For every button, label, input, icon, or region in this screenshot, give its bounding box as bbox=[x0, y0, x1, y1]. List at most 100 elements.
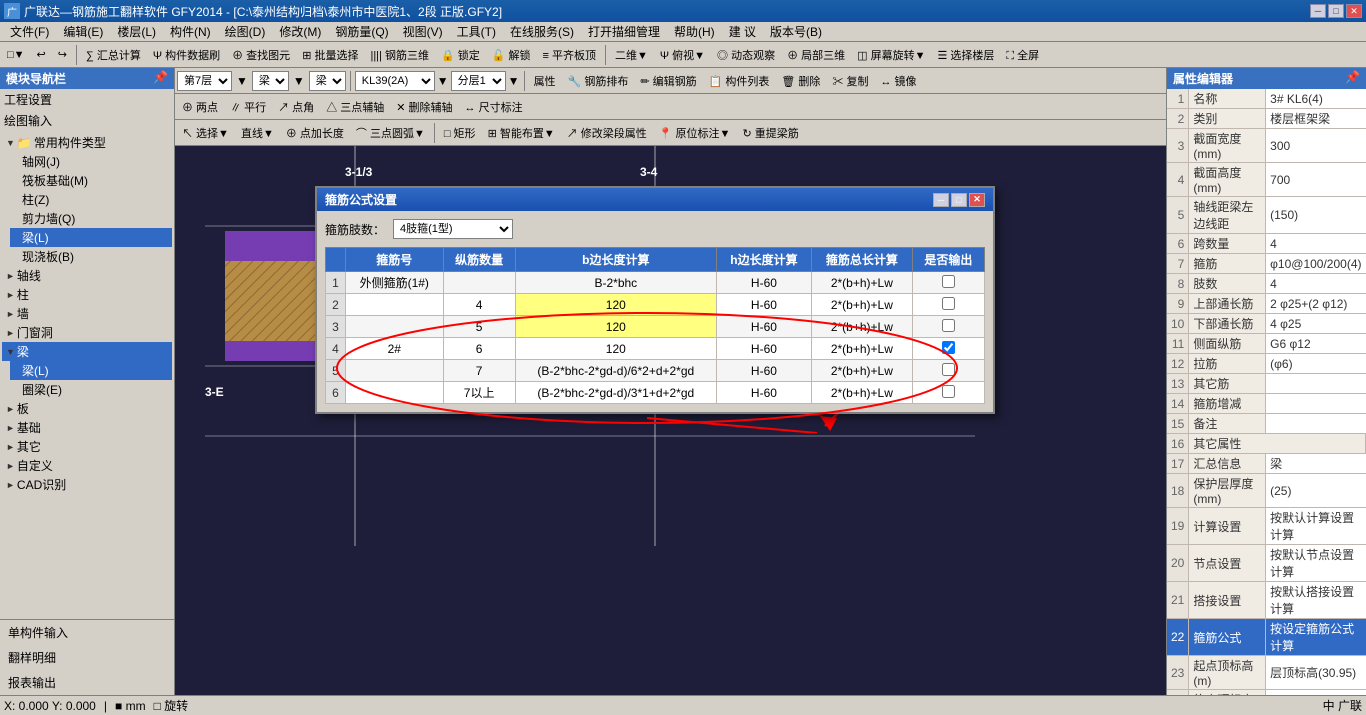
menu-draw[interactable]: 绘图(D) bbox=[219, 22, 272, 41]
menu-version[interactable]: 版本号(B) bbox=[764, 22, 828, 41]
tb-flush[interactable]: ≡ 平齐板顶 bbox=[538, 44, 601, 66]
table-row[interactable]: 4 2# 6 120 H-60 2*(b+h)+Lw bbox=[326, 338, 985, 360]
tb-original-annotation[interactable]: 📍 原位标注▼ bbox=[654, 122, 736, 144]
tree-slab-main[interactable]: ► 板 bbox=[2, 399, 172, 418]
tb-top-view[interactable]: Ψ 俯视▼ bbox=[655, 44, 710, 66]
tb-two-point[interactable]: ⊕ 两点 bbox=[177, 96, 223, 118]
tree-cad-recognize[interactable]: ► CAD识别 bbox=[2, 475, 172, 494]
output-checkbox-2[interactable] bbox=[942, 297, 955, 310]
tb-mirror[interactable]: ↔ 镜像 bbox=[875, 70, 921, 92]
tree-axis-main[interactable]: ► 轴线 bbox=[2, 266, 172, 285]
prop-val-calc-setting[interactable]: 按默认计算设置计算 bbox=[1266, 508, 1366, 545]
tree-column-main[interactable]: ► 柱 bbox=[2, 285, 172, 304]
tb-line[interactable]: 直线▼ bbox=[236, 122, 279, 144]
tree-ring-beam[interactable]: 圈梁(E) bbox=[10, 380, 172, 399]
layer-select[interactable]: 分层1 bbox=[451, 71, 506, 91]
tb-unlock[interactable]: 🔓 解锁 bbox=[487, 44, 536, 66]
prop-val-spans[interactable]: 4 bbox=[1266, 234, 1366, 254]
tb-rebar-layout[interactable]: 🔧 钢筋排布 bbox=[563, 70, 634, 92]
prop-val-stirrup-change[interactable] bbox=[1266, 394, 1366, 414]
row-output-4[interactable] bbox=[912, 338, 984, 360]
prop-val-name[interactable]: 3# KL6(4) bbox=[1266, 89, 1366, 109]
menu-rebar-qty[interactable]: 钢筋量(Q) bbox=[329, 22, 394, 41]
leg-count-select[interactable]: 4肢箍(1型) bbox=[393, 219, 513, 239]
menu-modify[interactable]: 修改(M) bbox=[273, 22, 327, 41]
prop-row-stirrup-formula[interactable]: 22 箍筋公式 按设定箍筋公式计算 bbox=[1167, 619, 1366, 656]
tb-point-length[interactable]: ⊕ 点加长度 bbox=[281, 122, 349, 144]
prop-val-axis-dist[interactable]: (150) bbox=[1266, 197, 1366, 234]
prop-val-other-rebar[interactable] bbox=[1266, 374, 1366, 394]
menu-online[interactable]: 在线服务(S) bbox=[504, 22, 580, 41]
row-output-2[interactable] bbox=[912, 294, 984, 316]
prop-val-height[interactable]: 700 bbox=[1266, 163, 1366, 197]
prop-val-node-setting[interactable]: 按默认节点设置计算 bbox=[1266, 545, 1366, 582]
prop-val-start-elev[interactable]: 层顶标高(30.95) bbox=[1266, 656, 1366, 690]
tb-copy[interactable]: ✂ 复制 bbox=[827, 70, 873, 92]
tree-wall-main[interactable]: ► 墙 bbox=[2, 304, 172, 323]
row-output-1[interactable] bbox=[912, 272, 984, 294]
tb-2d[interactable]: 二维▼ bbox=[610, 44, 653, 66]
tb-redo[interactable]: ↪ bbox=[53, 44, 72, 66]
prop-val-cover[interactable]: (25) bbox=[1266, 474, 1366, 508]
tb-find[interactable]: ⊕ 查找图元 bbox=[227, 44, 295, 66]
tree-others[interactable]: ► 其它 bbox=[2, 437, 172, 456]
tb-delete[interactable]: 🗑 删除 bbox=[776, 70, 825, 92]
floor-select[interactable]: 第7层 bbox=[177, 71, 232, 91]
tree-door-window[interactable]: ► 门窗洞 bbox=[2, 323, 172, 342]
element-select[interactable]: 梁 bbox=[309, 71, 346, 91]
output-checkbox-4[interactable] bbox=[942, 341, 955, 354]
dialog-close-button[interactable]: ✕ bbox=[969, 193, 985, 207]
tree-slab[interactable]: 现浇板(B) bbox=[10, 247, 172, 266]
tb-batch-select[interactable]: ⊞ 批量选择 bbox=[297, 44, 363, 66]
translation-detail-button[interactable]: 翻样明细 bbox=[0, 645, 174, 670]
tree-foundation[interactable]: ► 基础 bbox=[2, 418, 172, 437]
prop-val-legs[interactable]: 4 bbox=[1266, 274, 1366, 294]
tb-rebar-3d[interactable]: |||| 钢筋三维 bbox=[365, 44, 434, 66]
close-button[interactable]: ✕ bbox=[1346, 4, 1362, 18]
output-checkbox-3[interactable] bbox=[942, 319, 955, 332]
tb-smart-layout[interactable]: ⊞ 智能布置▼ bbox=[483, 122, 560, 144]
prop-val-bot-long[interactable]: 4 φ25 bbox=[1266, 314, 1366, 334]
tb-component-data[interactable]: Ψ 构件数据刷 bbox=[148, 44, 225, 66]
menu-tools[interactable]: 工具(T) bbox=[451, 22, 502, 41]
element-type-select[interactable]: 梁 bbox=[252, 71, 289, 91]
prop-val-stirrup[interactable]: φ10@100/200(4) bbox=[1266, 254, 1366, 274]
tb-select-floor[interactable]: ☰ 选择楼层 bbox=[932, 44, 999, 66]
canvas[interactable]: 3-1/3 3-4 3-E bbox=[175, 146, 1166, 695]
tb-properties[interactable]: 属性 bbox=[529, 70, 561, 92]
prop-val-width[interactable]: 300 bbox=[1266, 129, 1366, 163]
row-output-5[interactable] bbox=[912, 360, 984, 382]
tree-beam-L[interactable]: 梁(L) bbox=[10, 361, 172, 380]
dialog-restore-button[interactable]: □ bbox=[951, 193, 967, 207]
tb-local-3d[interactable]: ⊕ 局部三维 bbox=[782, 44, 850, 66]
tb-modify-beam[interactable]: ↗ 修改梁段属性 bbox=[562, 122, 652, 144]
tree-raft[interactable]: 筏板基础(M) bbox=[10, 171, 172, 190]
tb-point-angle[interactable]: ↗ 点角 bbox=[273, 96, 319, 118]
tree-shear-wall[interactable]: 剪力墙(Q) bbox=[10, 209, 172, 228]
tb-rotate-screen[interactable]: ◫ 屏幕旋转▼ bbox=[852, 44, 930, 66]
minimize-button[interactable]: ─ bbox=[1310, 4, 1326, 18]
tree-common-types[interactable]: ▼ 📁 常用构件类型 bbox=[2, 133, 172, 152]
element-code-select[interactable]: KL39(2A) bbox=[355, 71, 435, 91]
prop-val-side-long[interactable]: G6 φ12 bbox=[1266, 334, 1366, 354]
menu-floor[interactable]: 楼层(L) bbox=[111, 22, 162, 41]
tb-parallel[interactable]: ∥ 平行 bbox=[225, 96, 271, 118]
tb-undo[interactable]: ↩ bbox=[32, 44, 51, 66]
output-checkbox-5[interactable] bbox=[942, 363, 955, 376]
tb-edit-rebar[interactable]: ✏ 编辑钢筋 bbox=[635, 70, 701, 92]
prop-val-lap-setting[interactable]: 按默认搭接设置计算 bbox=[1266, 582, 1366, 619]
tb-new[interactable]: □▼ bbox=[2, 44, 30, 66]
menu-file[interactable]: 文件(F) bbox=[4, 22, 55, 41]
dialog-minimize-button[interactable]: ─ bbox=[933, 193, 949, 207]
menu-component[interactable]: 构件(N) bbox=[164, 22, 217, 41]
sidebar-section-draw[interactable]: 绘图输入 bbox=[0, 110, 174, 131]
report-output-button[interactable]: 报表输出 bbox=[0, 670, 174, 695]
output-checkbox-6[interactable] bbox=[942, 385, 955, 398]
tree-beam-main[interactable]: ▼ 梁 bbox=[2, 342, 172, 361]
prop-val-top-long[interactable]: 2 φ25+(2 φ12) bbox=[1266, 294, 1366, 314]
tree-beam[interactable]: 梁(L) bbox=[10, 228, 172, 247]
tb-summary[interactable]: ∑ 汇总计算 bbox=[81, 44, 146, 66]
tb-rect[interactable]: □ 矩形 bbox=[439, 122, 481, 144]
tree-axis[interactable]: 轴网(J) bbox=[10, 152, 172, 171]
table-row[interactable]: 6 7以上 (B-2*bhc-2*gd-d)/3*1+d+2*gd H-60 2… bbox=[326, 382, 985, 404]
